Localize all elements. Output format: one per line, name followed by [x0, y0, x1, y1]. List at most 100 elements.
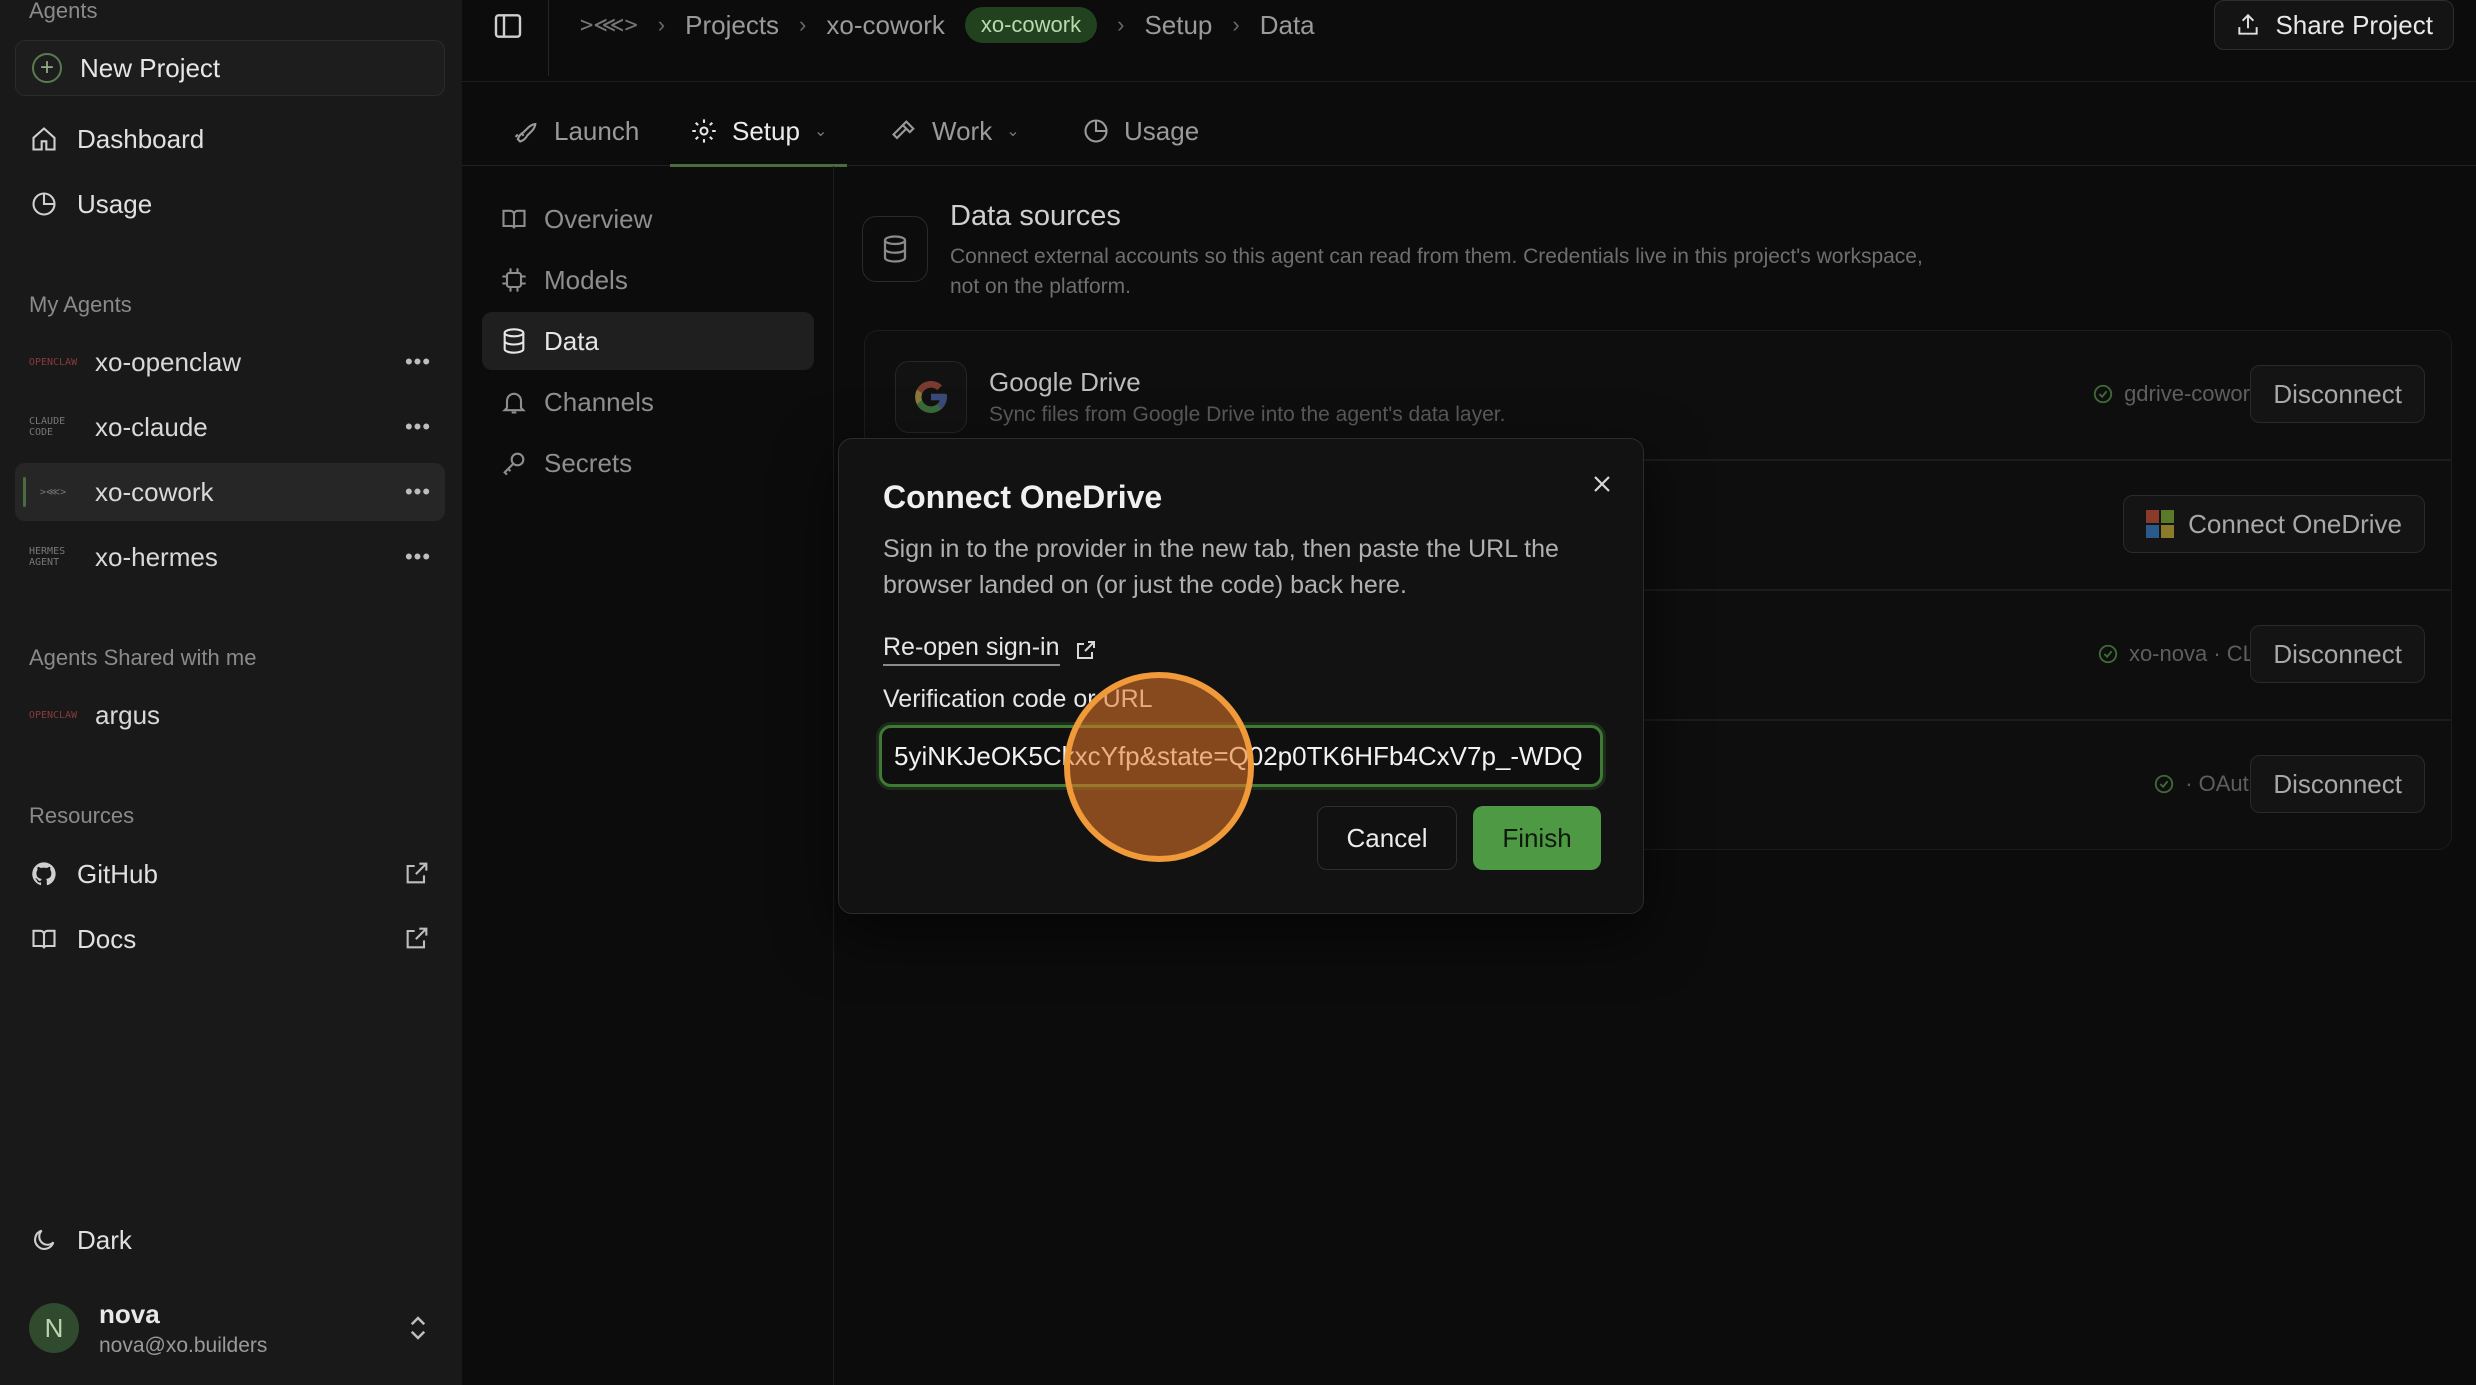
disconnect-button[interactable]: Disconnect	[2250, 365, 2425, 423]
agent-item-xo-cowork[interactable]: >⋘> xo-cowork •••	[15, 463, 445, 521]
breadcrumb: >⋘> › Projects › xo-cowork xo-cowork › S…	[580, 4, 1315, 46]
chevron-down-icon: ⌄	[813, 123, 828, 140]
chevron-right-icon: ›	[1117, 12, 1125, 37]
moon-icon	[29, 1225, 59, 1255]
more-options-icon[interactable]: •••	[403, 542, 433, 572]
tab-work[interactable]: Work ⌄	[890, 96, 1020, 166]
sidebar-toggle-icon[interactable]	[492, 10, 532, 46]
bell-icon	[502, 392, 526, 414]
dashboard-label: Dashboard	[77, 123, 205, 154]
external-link-icon	[403, 859, 433, 889]
pie-chart-icon	[1084, 119, 1108, 143]
verification-code-input[interactable]: 5yiNKJeOK5CkxcYfp&state=Q02p0TK6HFb4CxV7…	[879, 725, 1603, 787]
pie-chart-icon	[29, 189, 59, 219]
breadcrumb-projects[interactable]: Projects	[685, 10, 779, 41]
breadcrumb-logo[interactable]: >⋘>	[580, 13, 638, 38]
connect-onedrive-label: Connect OneDrive	[2188, 508, 2402, 539]
more-options-icon[interactable]: •••	[403, 347, 433, 377]
check-circle-icon	[2093, 384, 2113, 404]
usage-label: Usage	[77, 188, 153, 219]
reopen-sign-in-label: Re-open sign-in	[883, 633, 1060, 666]
disconnect-label: Disconnect	[2273, 768, 2402, 799]
share-project-button[interactable]: Share Project	[2214, 0, 2454, 50]
subnav-channels[interactable]: Channels	[482, 373, 814, 431]
tab-usage[interactable]: Usage	[1082, 96, 1199, 166]
connection-account: xo-nova · CLI	[2128, 641, 2261, 666]
my-agents-section-label: My Agents	[29, 292, 132, 317]
verification-field-label: Verification code or URL	[883, 685, 1153, 713]
more-options-icon[interactable]: •••	[403, 412, 433, 442]
disconnect-button[interactable]: Disconnect	[2250, 625, 2425, 683]
tab-work-label: Work	[932, 115, 993, 146]
share-project-label: Share Project	[2275, 9, 2433, 40]
top-bar: >⋘> › Projects › xo-cowork xo-cowork › S…	[462, 0, 2476, 82]
tab-setup-label: Setup	[732, 115, 800, 146]
disconnect-button[interactable]: Disconnect	[2250, 755, 2425, 813]
hermes-agent-logo: HERMES AGENT	[29, 546, 66, 568]
database-icon	[503, 328, 525, 354]
connection-status: gdrive-cowork	[2092, 381, 2261, 407]
new-project-button[interactable]: + New Project	[15, 40, 445, 96]
cancel-label: Cancel	[1346, 822, 1428, 853]
google-logo-icon	[895, 361, 967, 433]
verification-code-value: 5yiNKJeOK5CkxcYfp&state=Q02p0TK6HFb4CxV7…	[894, 740, 1583, 771]
cancel-button[interactable]: Cancel	[1317, 806, 1457, 870]
docs-label: Docs	[77, 923, 137, 954]
resource-link-github[interactable]: GitHub	[15, 846, 445, 902]
subnav-data-label: Data	[544, 325, 599, 356]
resource-link-docs[interactable]: Docs	[15, 911, 445, 967]
data-sources-icon	[862, 216, 928, 282]
project-badge: xo-cowork	[964, 7, 1098, 43]
key-icon	[503, 452, 525, 476]
topbar-divider	[548, 0, 549, 76]
dialog-description: Sign in to the provider in the new tab, …	[883, 535, 1559, 599]
breadcrumb-setup[interactable]: Setup	[1144, 10, 1212, 41]
plus-icon: +	[32, 53, 62, 83]
close-icon[interactable]	[1587, 469, 1617, 499]
subnav-secrets-label: Secrets	[544, 447, 633, 478]
chevron-right-icon: ›	[657, 12, 666, 37]
tab-launch[interactable]: Launch	[512, 96, 639, 166]
avatar: N	[29, 1303, 79, 1353]
tab-setup[interactable]: Setup ⌄	[670, 96, 848, 167]
theme-label: Dark	[77, 1224, 132, 1255]
claude-code-logo: CLAUDE CODE	[29, 416, 66, 438]
disconnect-label: Disconnect	[2273, 378, 2402, 409]
dialog-title: Connect OneDrive	[883, 479, 1163, 515]
breadcrumb-data: Data	[1259, 9, 1315, 40]
page-description: Connect external accounts so this agent …	[950, 245, 1923, 298]
theme-toggle[interactable]: Dark	[15, 1212, 445, 1268]
finish-button[interactable]: Finish	[1473, 806, 1601, 870]
sidebar-item-dashboard[interactable]: Dashboard	[15, 111, 445, 167]
breadcrumb-project[interactable]: xo-cowork	[826, 10, 944, 41]
user-menu[interactable]: N nova nova@xo.builders	[15, 1295, 445, 1361]
tab-launch-label: Launch	[554, 115, 640, 146]
connect-onedrive-button[interactable]: Connect OneDrive	[2123, 495, 2425, 553]
reopen-sign-in-link[interactable]: Re-open sign-in	[883, 633, 1098, 666]
setup-subnav: Overview Models Data Channels Secrets	[462, 166, 834, 1385]
subnav-channels-label: Channels	[544, 386, 654, 417]
hammer-icon	[892, 120, 915, 140]
subnav-models[interactable]: Models	[482, 251, 814, 309]
agent-item-xo-hermes[interactable]: HERMES AGENT xo-hermes •••	[15, 528, 445, 586]
subnav-overview[interactable]: Overview	[482, 190, 814, 248]
agent-item-xo-openclaw[interactable]: OPENCLAW xo-openclaw •••	[15, 333, 445, 391]
openclaw-logo: OPENCLAW	[28, 356, 78, 368]
agent-item-argus[interactable]: OPENCLAW argus	[15, 686, 445, 744]
agent-item-xo-claude[interactable]: CLAUDE CODE xo-claude •••	[15, 398, 445, 456]
sidebar-item-usage[interactable]: Usage	[15, 176, 445, 232]
user-info: nova nova@xo.builders	[99, 1299, 267, 1358]
check-circle-icon	[2098, 644, 2118, 664]
chevron-down-icon: ⌄	[1006, 123, 1020, 140]
page-title: Data sources	[950, 200, 1121, 232]
subnav-data[interactable]: Data	[482, 312, 814, 370]
microsoft-logo-icon	[2146, 510, 2175, 538]
more-options-icon[interactable]: •••	[403, 477, 433, 507]
cowork-logo: >⋘>	[39, 486, 67, 498]
connection-account: gdrive-cowork	[2124, 381, 2261, 406]
shared-agents-section-label: Agents Shared with me	[29, 645, 257, 670]
tab-bar: Launch Setup ⌄ Work ⌄ Usage	[462, 96, 2476, 167]
card-description: Sync files from Google Drive into the ag…	[989, 403, 1506, 426]
disconnect-label: Disconnect	[2273, 638, 2402, 669]
subnav-secrets[interactable]: Secrets	[482, 434, 814, 492]
